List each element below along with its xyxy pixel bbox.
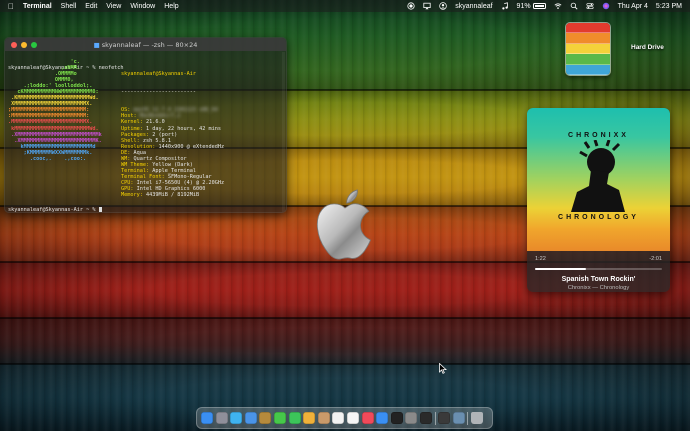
dock-separator xyxy=(434,411,436,425)
settings-icon[interactable] xyxy=(405,412,418,424)
trash-icon[interactable] xyxy=(470,412,483,424)
battery-status[interactable]: 91% xyxy=(517,3,546,10)
artist-silhouette-icon xyxy=(571,140,625,212)
user-host: skyannaleaf@Skyannas-Air xyxy=(121,71,196,78)
battery-icon xyxy=(532,3,546,9)
tv-icon[interactable] xyxy=(390,412,403,424)
music-icon[interactable] xyxy=(361,412,374,424)
music-note-icon[interactable] xyxy=(501,2,509,10)
logo-line: kMMMMMMMMMMMMMMMMMMMMMMMMWd. xyxy=(8,125,99,132)
terminal-window[interactable]: ■ skyannaleaf — -zsh — 80×24 skyannaleaf@… xyxy=(4,37,287,213)
menu-time[interactable]: 5:23 PM xyxy=(656,3,682,10)
mouse-pointer-icon xyxy=(439,363,447,374)
safari-icon[interactable] xyxy=(230,412,243,424)
menu-help[interactable]: Help xyxy=(164,3,178,10)
dock xyxy=(196,407,493,429)
menu-edit[interactable]: Edit xyxy=(85,3,97,10)
messages-icon[interactable] xyxy=(273,412,286,424)
song-title: Spanish Town Rockin' xyxy=(561,276,636,283)
photos-icon[interactable] xyxy=(303,412,316,424)
info-value: 1440x900 @ eXtendedHz xyxy=(158,143,225,150)
battery-percent: 91% xyxy=(516,2,531,10)
apple-ascii-logo: 'c. ,xNMM. .OMMMMo OMMM0, .;loddo:' lool… xyxy=(8,59,102,162)
app-store-icon[interactable] xyxy=(376,412,389,424)
now-playing-widget[interactable]: CHRONIXX CHRONOLOGY 1:22 -2:01 Spanish T… xyxy=(527,108,670,292)
airplay-icon[interactable] xyxy=(423,2,431,10)
remaining-time: -2:01 xyxy=(649,256,662,262)
logo-line: .XMMMMMMMMMMMMMMMMMMMMMMMMK. xyxy=(8,137,102,144)
info-value: MacBookAir7,2 xyxy=(139,113,181,120)
hard-drive-stripe xyxy=(566,43,610,55)
hard-drive-stripe xyxy=(566,54,610,65)
artist-album: Chronixx — Chronology xyxy=(567,285,630,291)
hard-drive-stripe xyxy=(566,64,610,75)
logo-line: .XMMMMMMMMMMMMMMMMMMMMMMMMMMk xyxy=(8,131,102,138)
folder-icon: ■ xyxy=(93,40,100,49)
info-line: Memory: 4439MiB / 8192MiB xyxy=(121,192,224,198)
hard-drive-desktop-icon[interactable]: Hard Drive xyxy=(565,22,664,76)
hard-drive-stripe xyxy=(566,33,610,44)
spotlight-search-icon[interactable] xyxy=(570,2,578,10)
siri-icon[interactable] xyxy=(602,2,610,10)
logo-line: .MMMMMMMMMMMMMMMMMMMMMMMMX. xyxy=(8,119,93,126)
contacts-icon[interactable] xyxy=(317,412,330,424)
hard-drive-label[interactable]: Hard Drive xyxy=(631,44,664,51)
screen-record-icon[interactable] xyxy=(407,2,415,10)
menu-view[interactable]: View xyxy=(106,3,121,10)
menu-date[interactable]: Thu Apr 4 xyxy=(618,3,648,10)
terminal-titlebar[interactable]: ■ skyannaleaf — -zsh — 80×24 xyxy=(5,38,286,51)
current-prompt[interactable]: skyannaleaf@Skyannas-Air ~ % xyxy=(8,207,102,213)
app-menu-terminal[interactable]: Terminal xyxy=(23,3,52,10)
reminders-icon[interactable] xyxy=(346,412,359,424)
facetime-icon[interactable] xyxy=(288,412,301,424)
calendar-icon[interactable] xyxy=(332,412,345,424)
info-separator: ------------------------ xyxy=(121,89,196,96)
album-art-subtitle: CHRONOLOGY xyxy=(558,214,639,221)
album-art: CHRONIXX CHRONOLOGY xyxy=(527,108,670,251)
menu-shell[interactable]: Shell xyxy=(61,3,77,10)
logo-line: .cooc,. .,coo:. xyxy=(8,155,87,162)
control-center-icon[interactable] xyxy=(586,2,594,10)
logo-line: ;KMMMMMMMWXXWMMMMMMMk. xyxy=(8,149,93,156)
info-label: Memory: xyxy=(121,192,146,199)
apple-menu-icon[interactable]:  xyxy=(8,2,14,11)
info-value: 4439MiB / 8192MiB xyxy=(146,192,200,199)
album-art-title: CHRONIXX xyxy=(568,132,629,139)
user-icon[interactable] xyxy=(439,2,447,10)
terminal-icon[interactable] xyxy=(419,412,432,424)
logo-line: kMMMMMMMMMMMMMMMMMMMMMMd xyxy=(8,143,96,150)
preview-icon[interactable] xyxy=(452,412,465,424)
dock-separator xyxy=(467,411,469,425)
launchpad-icon[interactable] xyxy=(215,412,228,424)
hard-drive-icon[interactable] xyxy=(565,22,611,76)
prompt-text: skyannaleaf@Skyannas-Air ~ % xyxy=(8,207,99,213)
hard-drive-stripe xyxy=(566,23,610,34)
notes-icon[interactable] xyxy=(259,412,272,424)
playback-progress-fill xyxy=(535,268,586,270)
terminal-title: skyannaleaf — -zsh — 80×24 xyxy=(101,40,198,49)
elapsed-time: 1:22 xyxy=(535,256,546,262)
menu-window[interactable]: Window xyxy=(130,3,155,10)
terminal-scrollbar[interactable] xyxy=(282,52,285,212)
playback-progress-bar[interactable] xyxy=(535,268,662,270)
text-cursor xyxy=(98,207,102,212)
mail-icon[interactable] xyxy=(244,412,257,424)
menu-bar:  Terminal Shell Edit View Window Help s… xyxy=(0,0,690,12)
neofetch-info: skyannaleaf@Skyannas-Air ---------------… xyxy=(121,59,225,212)
wifi-icon[interactable] xyxy=(554,2,562,10)
activity-monitor-icon[interactable] xyxy=(438,412,451,424)
apple-logo xyxy=(316,189,371,260)
user-name[interactable]: skyannaleaf xyxy=(455,3,492,10)
finder-icon[interactable] xyxy=(201,412,213,424)
